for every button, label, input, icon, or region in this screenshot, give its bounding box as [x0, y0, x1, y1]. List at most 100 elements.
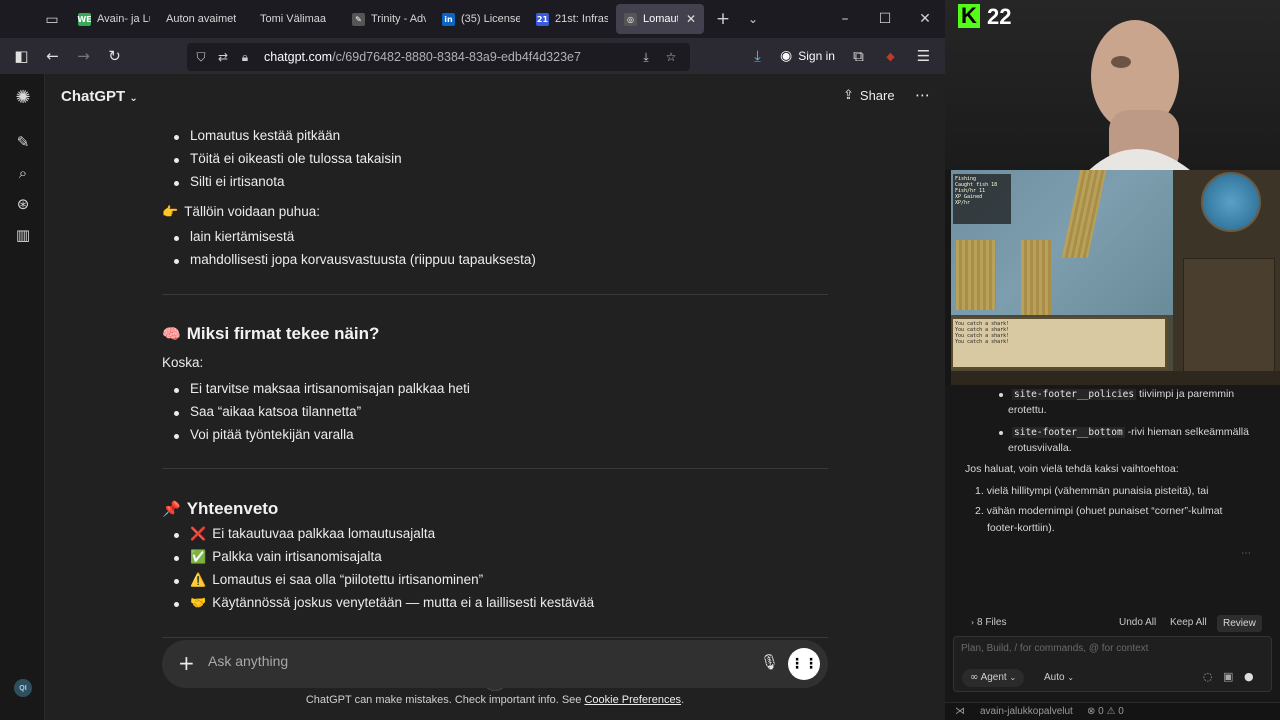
cross-mark-icon: ❌ [190, 527, 207, 542]
paragraph: Koska: [162, 355, 204, 370]
search-icon[interactable]: ⌕ [12, 162, 34, 184]
url-bar[interactable]: ⛉ ⇄ 🔒︎ chatgpt.com/c/69d76482-8880-8384-… [187, 43, 690, 71]
shield-icon[interactable]: ⛉ [190, 50, 212, 65]
openai-logo-icon[interactable]: ✺ [12, 86, 34, 108]
list-item: lain kiertämisestä [173, 229, 295, 244]
save-page-icon[interactable]: ⤓ [635, 50, 657, 65]
side-rail: ✺ ✎ ⌕ ⊛ ▥ QI [0, 74, 45, 720]
list-item-continued: erotettu. [1008, 404, 1047, 416]
chevron-down-icon: ⌄ [129, 93, 138, 104]
cookie-preferences-link[interactable]: Cookie Preferences [584, 694, 681, 706]
sidebar-toggle-icon[interactable]: ◧ [6, 41, 37, 71]
codex-icon[interactable]: ⊛ [12, 193, 34, 215]
model-selector[interactable]: Auto ⌄ [1044, 672, 1074, 683]
sign-in-button[interactable]: ◉ Sign in [780, 43, 835, 69]
minimize-icon[interactable]: – [825, 0, 865, 38]
browser-window: ▭ WE Avain- ja Lu Auton avaimet Tomi Välima… [0, 0, 945, 720]
stream-overlay-panel: K 22 Fishing Caught fish 18 Fish/hr 11 XP G… [945, 0, 1280, 720]
summary-item: ✅ Palkka vain irtisanomisajalta [174, 549, 382, 565]
browser-tab[interactable]: Tomi Välimaa [252, 4, 344, 34]
back-icon[interactable]: ← [37, 41, 68, 71]
browser-tab[interactable]: ✎ Trinity - Adv [344, 4, 434, 34]
review-button[interactable]: Review [1217, 615, 1262, 632]
agent-mode-selector[interactable]: ∞ Agent ⌄ [962, 669, 1025, 687]
ai-assistant-panel: site-footer__policies tiiviimpi ja parem… [945, 385, 1280, 720]
tab-title: Tomi Välimaa [260, 13, 327, 25]
inventory [1183, 258, 1275, 373]
close-tab-icon[interactable]: ✕ [686, 12, 696, 26]
problems-count[interactable]: ⊗ 0 ⚠ 0 [1087, 703, 1124, 720]
url-text[interactable]: chatgpt.com/c/69d76482-8880-8384-83a9-ed… [264, 50, 581, 64]
forward-icon[interactable]: → [68, 41, 99, 71]
list-all-tabs-icon[interactable]: ⌄ [738, 4, 768, 34]
new-chat-icon[interactable]: ✎ [12, 131, 34, 153]
list-item: Saa “aikaa katsoa tilannetta” [173, 404, 362, 419]
changes-bar: › 8 Files Undo All Keep All Review [945, 615, 1280, 633]
kick-logo: K [958, 4, 980, 28]
share-button[interactable]: ⇪ Share [843, 88, 895, 103]
remote-icon[interactable]: ⋊ [955, 703, 965, 720]
list-item: Voi pitää työntekijän varalla [174, 427, 354, 442]
section-heading: 📌 Yhteenveto [162, 499, 279, 518]
game-bottom-bar [951, 371, 1280, 385]
close-window-icon[interactable]: ✕ [905, 0, 945, 38]
game-chatbox: You catch a shark! You catch a shark! You … [951, 317, 1167, 369]
new-tab-icon[interactable]: + [708, 4, 738, 34]
check-mark-icon: ✅ [190, 550, 207, 565]
microphone-icon[interactable]: ● [1244, 670, 1254, 683]
bookmark-star-icon[interactable]: ☆ [660, 50, 682, 64]
more-icon[interactable]: ⋯ [1241, 548, 1251, 559]
share-label: Share [859, 88, 895, 103]
microphone-icon[interactable]: 🎙︎ [760, 653, 779, 671]
model-selector[interactable]: ChatGPT ⌄ [61, 88, 138, 105]
dock [956, 240, 996, 310]
agent-input[interactable]: Plan, Build, / for commands, @ for conte… [953, 636, 1272, 692]
menu-icon[interactable]: ☰ [908, 41, 939, 71]
permissions-icon[interactable]: ⇄ [212, 50, 234, 64]
undo-all-button[interactable]: Undo All [1119, 617, 1156, 628]
tab-title: Lomautu [643, 13, 678, 25]
option-item-continued: footer-korttiin). [987, 522, 1055, 534]
prompt-input[interactable] [208, 653, 748, 669]
browser-tab[interactable]: ◎ Lomautu ✕ [616, 4, 704, 34]
downloads-icon[interactable]: ⤓ [742, 41, 773, 71]
browser-tab[interactable]: in (35) License [434, 4, 528, 34]
agent-input-placeholder: Plan, Build, / for commands, @ for conte… [961, 643, 1149, 654]
tab-title: 21st: Infrast [555, 13, 608, 25]
tab-title: Avain- ja Lu [97, 13, 150, 25]
minimap [1201, 172, 1261, 232]
game-scene: Fishing Caught fish 18 Fish/hr 11 XP Gained… [951, 170, 1173, 315]
lock-icon[interactable]: 🔒︎ [234, 50, 256, 65]
tab-list-icon[interactable]: ▭ [34, 0, 70, 38]
section-heading: 🧠 Miksi firmat tekee näin? [162, 324, 380, 343]
reload-icon[interactable]: ↻ [99, 41, 130, 71]
maximize-icon[interactable]: ☐ [865, 0, 905, 38]
list-item: Ei tarvitse maksaa irtisanomisajan palkk… [174, 381, 470, 396]
browser-tab[interactable]: Auton avaimet [158, 4, 252, 34]
tab-title: (35) License [461, 13, 520, 25]
streamer-image [1089, 20, 1190, 170]
browser-tab[interactable]: WE Avain- ja Lu [70, 4, 158, 34]
browser-tab[interactable]: 21 21st: Infrast [528, 4, 616, 34]
library-icon[interactable]: ▥ [12, 224, 34, 246]
pointing-hand-icon: 👉 [162, 205, 179, 220]
option-item: 1. vielä hillitympi (vähemmän punaisia p… [975, 485, 1209, 497]
pointer-line: 👉 Tällöin voidaan puhua: [162, 204, 321, 220]
warning-icon: ⚠️ [190, 573, 207, 588]
more-options-icon[interactable]: ⋯ [915, 86, 930, 104]
list-item: Töitä ei oikeasti ole tulossa takaisin [174, 151, 402, 166]
add-attachment-icon[interactable]: + [178, 651, 195, 675]
navigation-toolbar: ◧ ← → ↻ ⛉ ⇄ 🔒︎ chatgpt.com/c/69d76482-88… [0, 38, 945, 74]
extensions-icon[interactable]: ⧉ [843, 41, 874, 71]
keep-all-button[interactable]: Keep All [1170, 617, 1207, 628]
image-icon[interactable]: ▣ [1223, 670, 1233, 683]
ublock-icon[interactable]: ◆ [875, 41, 906, 71]
pushpin-icon: 📌 [162, 500, 181, 518]
summary-item: ❌ Ei takautuvaa palkkaa lomautusajalta [173, 526, 436, 542]
project-name[interactable]: avain-jalukkopalvelut [980, 703, 1073, 720]
voice-mode-icon[interactable]: ⋮⋮ [788, 648, 820, 680]
game-sidebar [1173, 170, 1280, 385]
dock [1061, 170, 1107, 258]
files-toggle[interactable]: › 8 Files [971, 617, 1006, 628]
share-icon: ⇪ [843, 88, 854, 103]
